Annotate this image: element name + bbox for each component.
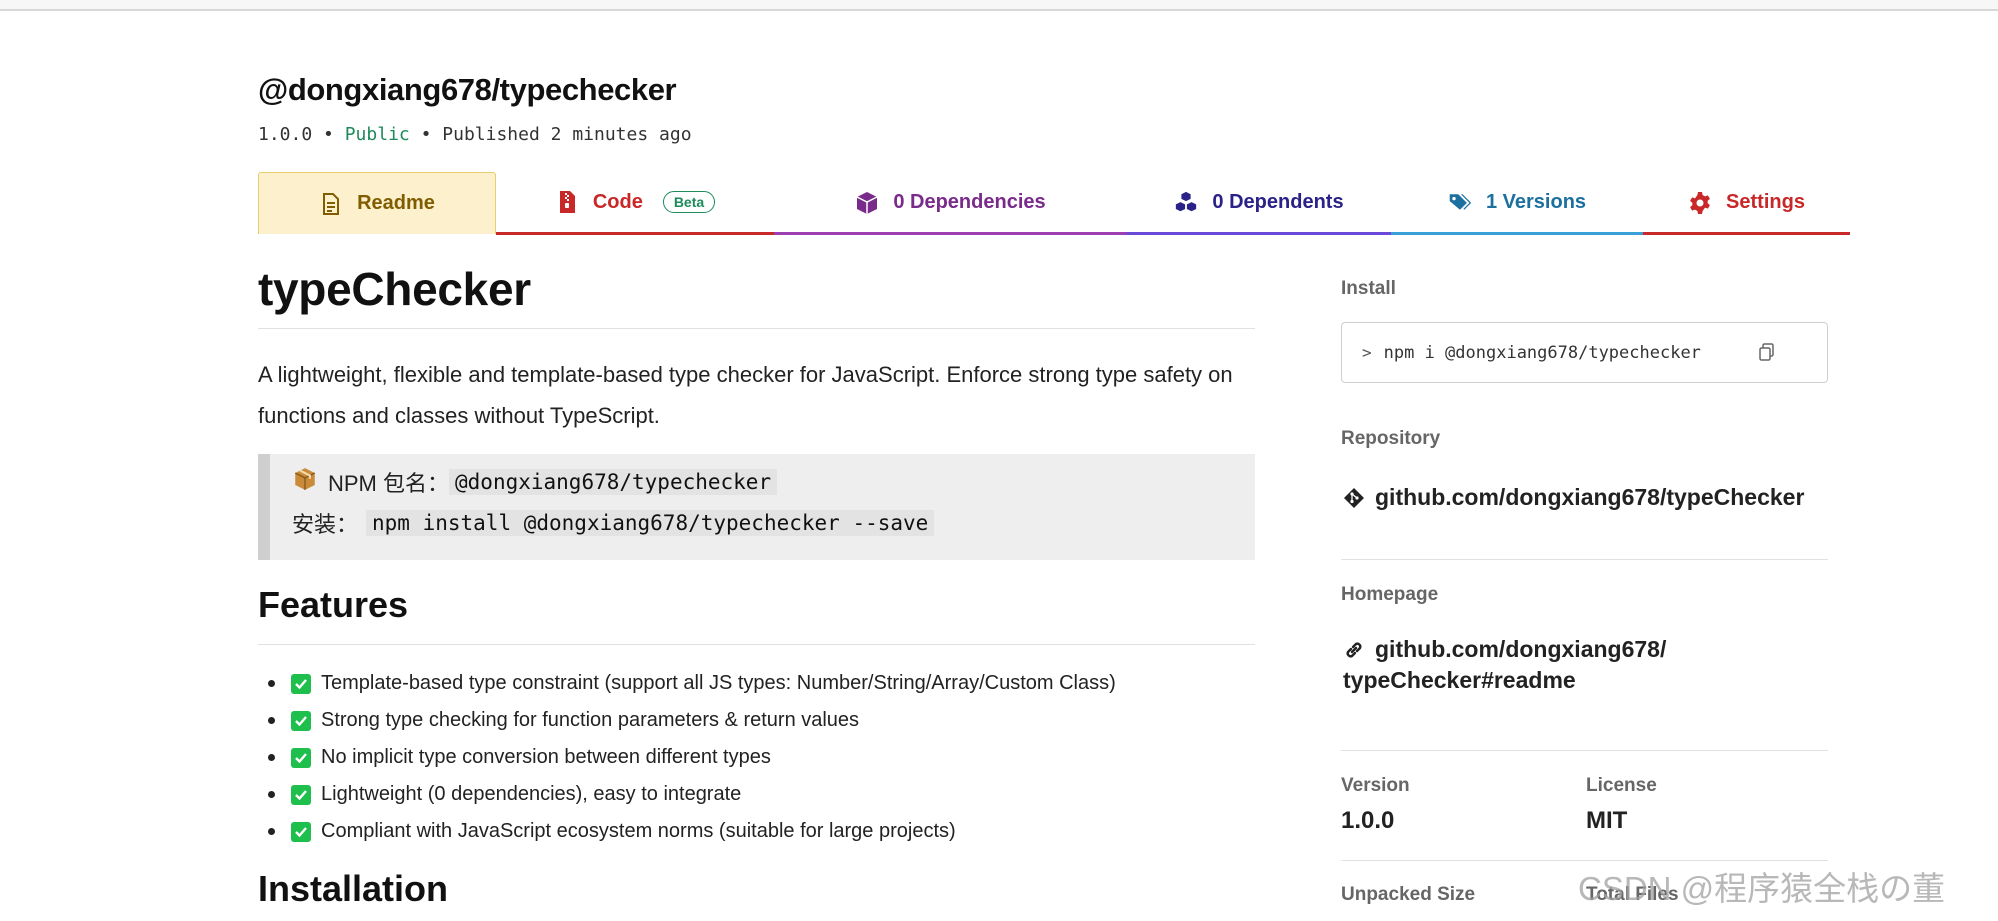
tab-underline — [774, 232, 1127, 235]
tab-label: 0 Dependents — [1212, 190, 1344, 213]
readme-blockquote: NPM 包名： @dongxiang678/typechecker 安装： np… — [258, 454, 1255, 560]
feature-text: Strong type checking for function parame… — [321, 709, 860, 731]
list-item: Compliant with JavaScript ecosystem norm… — [258, 813, 1255, 850]
readme-title: typeChecker — [258, 263, 531, 315]
quote-line-package: NPM 包名： @dongxiang678/typechecker — [292, 466, 778, 498]
browser-top-edge — [0, 0, 1998, 11]
divider — [258, 328, 1255, 329]
check-box-icon — [291, 673, 311, 694]
zip-file-icon — [555, 190, 579, 214]
bullet — [268, 680, 275, 687]
license-label: License — [1586, 775, 1657, 796]
tab-underline — [1643, 232, 1850, 235]
gear-icon — [1688, 190, 1712, 214]
tab-dependents[interactable]: 0 Dependents — [1127, 172, 1391, 232]
package-name: @dongxiang678/typechecker — [258, 72, 677, 107]
list-item: Strong type checking for function parame… — [258, 702, 1255, 739]
feature-text: Template-based type constraint (support … — [321, 672, 1116, 694]
homepage-label: Homepage — [1341, 584, 1439, 605]
list-item: No implicit type conversion between diff… — [258, 739, 1255, 776]
tab-code[interactable]: Code Beta — [496, 172, 774, 232]
tab-label: Code — [592, 190, 643, 213]
package-visibility: Public — [344, 124, 410, 145]
bullet — [268, 791, 275, 798]
tab-underline — [496, 232, 774, 235]
check-box-icon — [291, 821, 311, 842]
version-label: Version — [1341, 775, 1410, 796]
tags-icon — [1448, 190, 1472, 214]
features-heading: Features — [258, 584, 409, 625]
bullet — [268, 828, 275, 835]
divider — [1341, 750, 1828, 751]
license-value: MIT — [1586, 807, 1628, 834]
tab-label: 0 Dependencies — [893, 190, 1046, 213]
package-version: 1.0.0 — [258, 124, 313, 145]
homepage-url-line2: typeChecker#readme — [1343, 667, 1576, 693]
homepage-url: github.com/dongxiang678/ — [1375, 634, 1666, 665]
check-box-icon — [291, 710, 311, 731]
beta-badge: Beta — [662, 191, 716, 213]
readme-description: A lightweight, flexible and template-bas… — [258, 362, 1233, 428]
homepage-link[interactable]: github.com/dongxiang678/ — [1343, 634, 1666, 665]
homepage-url-line1: github.com/dongxiang678/ — [1375, 636, 1667, 662]
unpacked-size-label: Unpacked Size — [1341, 884, 1476, 905]
meta-separator: • — [420, 124, 432, 145]
check-box-icon — [291, 784, 311, 805]
version-value: 1.0.0 — [1341, 807, 1395, 834]
feature-text: Lightweight (0 dependencies), easy to in… — [321, 783, 742, 805]
list-item: Template-based type constraint (support … — [258, 665, 1255, 702]
package-tabs: Readme Code Beta 0 Dependencies 0 Depend… — [258, 172, 1850, 235]
quote-label: NPM 包名： — [328, 471, 450, 496]
tab-readme[interactable]: Readme — [258, 172, 496, 234]
repository-link[interactable]: github.com/dongxiang678/typeChecker — [1343, 482, 1804, 513]
repository-url: github.com/dongxiang678/typeChecker — [1375, 484, 1805, 510]
homepage-link-continued[interactable]: typeChecker#readme — [1343, 665, 1576, 696]
install-label: Install — [1341, 278, 1396, 299]
bullet — [268, 754, 275, 761]
bullet — [268, 717, 275, 724]
cubes-icon — [1174, 190, 1198, 214]
watermark: CSDN @程序猿全栈の董 — [1578, 870, 1946, 907]
check-box-icon — [291, 747, 311, 768]
cube-icon — [855, 190, 879, 214]
repository-label: Repository — [1341, 428, 1441, 449]
installation-heading: Installation — [258, 868, 449, 909]
inline-code: @dongxiang678/typechecker — [449, 469, 778, 495]
copy-icon[interactable] — [1757, 342, 1777, 362]
tab-underline — [1127, 232, 1391, 235]
meta-separator: • — [323, 124, 334, 145]
package-published: Published 2 minutes ago — [442, 124, 692, 145]
quote-label: 安装： — [292, 512, 359, 537]
install-command-box[interactable]: > npm i @dongxiang678/typechecker — [1341, 322, 1828, 383]
tab-label: Readme — [357, 192, 435, 214]
list-item: Lightweight (0 dependencies), easy to in… — [258, 776, 1255, 813]
package-meta: 1.0.0 • Public • Published 2 minutes ago — [258, 124, 692, 145]
tab-label: Settings — [1726, 190, 1805, 213]
link-icon — [1343, 638, 1365, 660]
feature-text: No implicit type conversion between diff… — [321, 746, 771, 768]
divider — [258, 644, 1255, 645]
tab-dependencies[interactable]: 0 Dependencies — [774, 172, 1127, 232]
tab-label: 1 Versions — [1485, 190, 1587, 213]
feature-text: Compliant with JavaScript ecosystem norm… — [321, 820, 956, 842]
tab-versions[interactable]: 1 Versions — [1391, 172, 1643, 232]
install-command: npm i @dongxiang678/typechecker — [1383, 342, 1701, 363]
tab-underline — [1391, 232, 1643, 235]
quote-line-install: 安装： npm install @dongxiang678/typechecke… — [292, 507, 935, 539]
inline-code: npm install @dongxiang678/typechecker --… — [366, 510, 935, 536]
tab-settings[interactable]: Settings — [1643, 172, 1850, 232]
divider — [1341, 559, 1828, 560]
git-icon — [1343, 486, 1365, 508]
document-icon — [319, 192, 343, 216]
features-list: Template-based type constraint (support … — [258, 665, 1255, 850]
divider — [1341, 860, 1828, 861]
package-emoji-icon — [292, 466, 318, 498]
prompt-icon: > — [1362, 343, 1372, 362]
